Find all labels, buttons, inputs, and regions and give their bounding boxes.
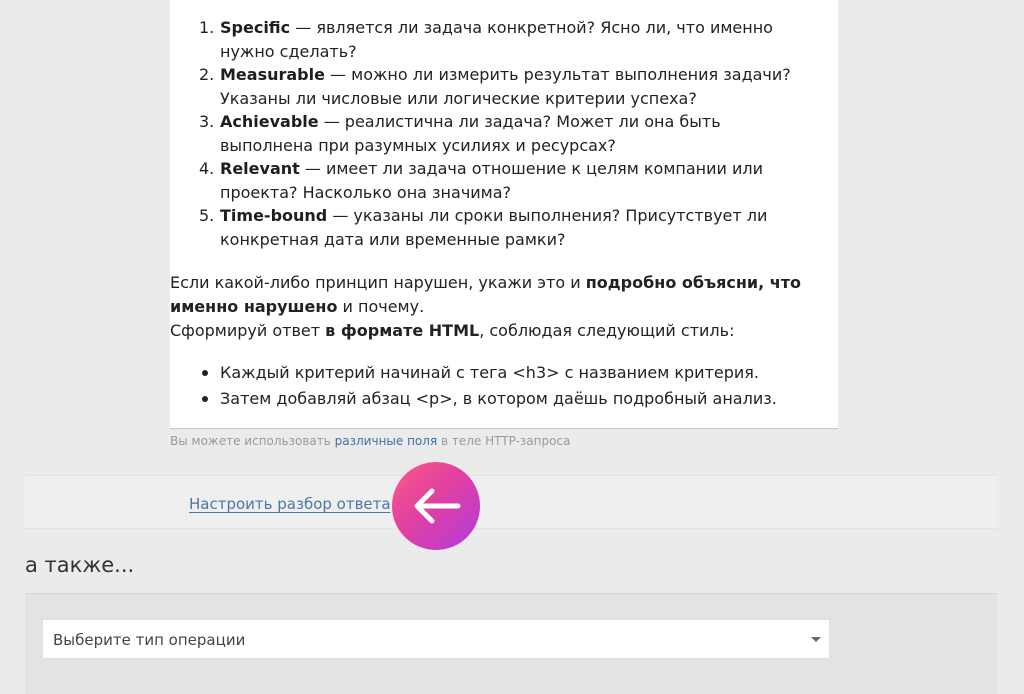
- criterion-title: Achievable: [220, 112, 319, 131]
- configure-response-parsing-link[interactable]: Настроить разбор ответа: [189, 495, 391, 513]
- list-item: Затем добавляй абзац <p>, в котором даёш…: [202, 386, 777, 412]
- smart-criteria-list: 1. Specific — является ли задача конкретн…: [199, 16, 810, 251]
- section-heading: а также...: [25, 553, 135, 577]
- fields-hint: Вы можете использовать различные поля в …: [170, 434, 571, 448]
- fields-link[interactable]: различные поля: [335, 434, 438, 448]
- arrow-left-icon: [414, 488, 461, 524]
- list-item: 2. Measurable — можно ли измерить результ…: [199, 65, 791, 108]
- criterion-title: Specific: [220, 18, 291, 37]
- list-item: 4. Relevant — имеет ли задача отношение к…: [199, 159, 764, 202]
- response-parsing-band: Настроить разбор ответа: [25, 475, 997, 529]
- criterion-text: — является ли задача конкретной? Ясно ли…: [220, 18, 773, 61]
- operation-type-select[interactable]: Выберите тип операции: [42, 619, 830, 659]
- prompt-text-card[interactable]: 1. Specific — является ли задача конкретн…: [170, 0, 838, 429]
- list-item: Каждый критерий начинай с тега <h3> с на…: [202, 360, 777, 386]
- criterion-title: Time-bound: [220, 206, 328, 225]
- instruction-paragraph: Если какой-либо принцип нарушен, укажи э…: [170, 273, 802, 340]
- pointer-badge: [392, 462, 480, 550]
- criterion-title: Measurable: [220, 65, 325, 84]
- chevron-down-icon: [811, 637, 821, 642]
- list-item: 3. Achievable — реалистична ли задача? Мо…: [199, 112, 721, 155]
- select-value: Выберите тип операции: [53, 631, 246, 649]
- list-item: 5. Time-bound — указаны ли сроки выполнен…: [199, 206, 768, 249]
- list-item: 1. Specific — является ли задача конкретн…: [199, 18, 773, 61]
- style-rules-list: Каждый критерий начинай с тега <h3> с на…: [202, 360, 777, 412]
- criterion-title: Relevant: [220, 159, 300, 178]
- operation-section: Выберите тип операции: [25, 593, 997, 694]
- criterion-text: — имеет ли задача отношение к целям комп…: [220, 159, 764, 202]
